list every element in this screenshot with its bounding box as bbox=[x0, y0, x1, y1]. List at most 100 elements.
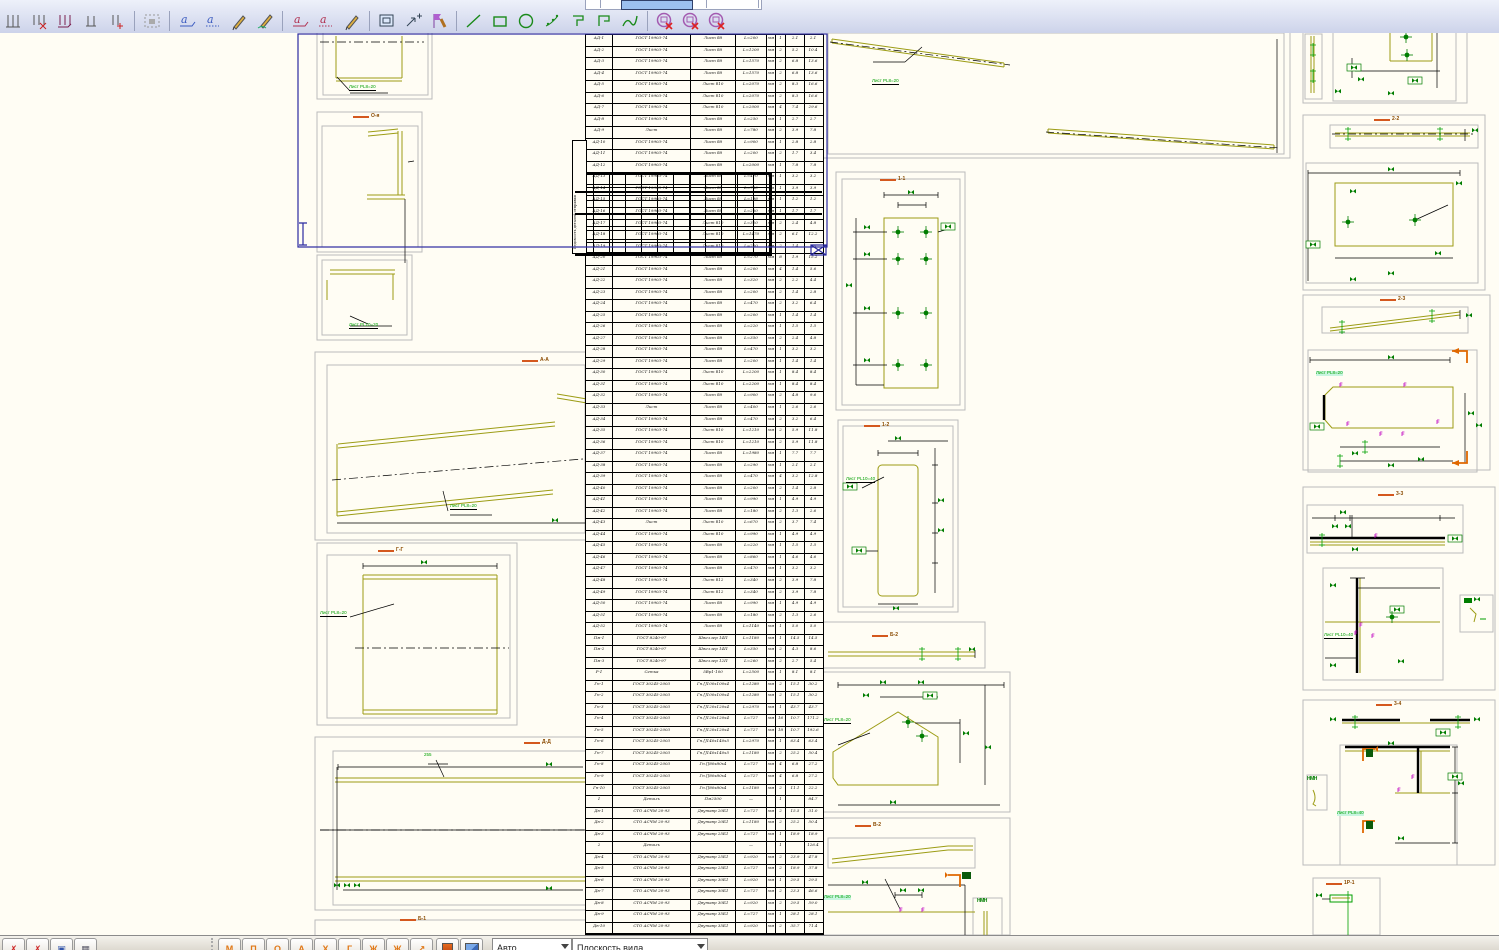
tile-windows-icon[interactable] bbox=[460, 938, 483, 950]
points-tool-icon[interactable] bbox=[540, 8, 565, 33]
note-text-icon[interactable]: a bbox=[201, 8, 226, 33]
bom-row: Дв-2СТО АСЧМ 20-93Двутавр 20Б1L=1180мм22… bbox=[586, 819, 823, 831]
view-label: В-2 bbox=[855, 823, 881, 828]
leader-text-red-icon[interactable]: a bbox=[288, 8, 313, 33]
bom-row: АД-32ГОСТ 19903-74Лист δ8L=900мм24.89.6 bbox=[586, 392, 823, 404]
view-label: Г-Г bbox=[378, 548, 403, 553]
snap-buttons: МПОАХГЖЖ↗ bbox=[218, 938, 434, 950]
bom-row: Дв-9СТО АСЧМ 20-93Двутавр 35Б1L=727мм128… bbox=[586, 911, 823, 923]
view-label: 1-1 bbox=[880, 177, 905, 182]
window-fragment-blue-box bbox=[621, 0, 693, 10]
toolbar-separator bbox=[369, 11, 370, 31]
edit-curve-icon[interactable] bbox=[253, 8, 278, 33]
view-label: О-я bbox=[353, 114, 379, 119]
dimension-chain-icon[interactable] bbox=[1, 8, 26, 33]
top-toolbar: aaaa bbox=[0, 0, 1499, 34]
corner-tool-icon[interactable] bbox=[566, 8, 591, 33]
snap-off-icon[interactable]: Ж bbox=[386, 938, 409, 950]
bom-row: АД-46ГОСТ 19903-74Лист δ8L=860мм14.64.6 bbox=[586, 554, 823, 566]
delete-annotation-icon[interactable] bbox=[705, 8, 730, 33]
snap-mid-icon[interactable]: Ж bbox=[362, 938, 385, 950]
bom-row: АД-10ГОСТ 19903-74Лист δ8L=900мм12.82.8 bbox=[586, 139, 823, 151]
dimension-chain-delete-icon[interactable] bbox=[27, 8, 52, 33]
snap-p-icon[interactable]: П bbox=[242, 938, 265, 950]
detail-label: Лист PL8=40 bbox=[1337, 811, 1364, 816]
bom-row: 2Деталь—1126.4 bbox=[586, 842, 823, 854]
bom-row: АД-9ЛистЛист δ8L=780мм23.97.8 bbox=[586, 127, 823, 139]
bom-row: Гн-2ГОСТ 30245-2003Гн.[]100х100х4L=1280м… bbox=[586, 692, 823, 704]
flag-edit-icon[interactable] bbox=[427, 8, 452, 33]
bom-row: АД-40ГОСТ 19903-74Лист δ8L=200мм21.42.8 bbox=[586, 485, 823, 497]
dimension-branch-icon[interactable] bbox=[53, 8, 78, 33]
bom-row: Гн-9ГОСТ 30245-2003Гн.[]80х80х4L=727мм46… bbox=[586, 773, 823, 785]
bom-row: АД-49ГОСТ 19903-74Лист δ12L=340мм23.97.8 bbox=[586, 589, 823, 601]
bom-row: Дв-5СТО АСЧМ 20-93Двутавр 25Б1L=727мм218… bbox=[586, 865, 823, 877]
chevron-down-icon bbox=[697, 944, 705, 949]
bom-row: Гн-6ГОСТ 30245-2003Гн.[]140х140х5L=2970м… bbox=[586, 738, 823, 750]
dimension-pair-icon[interactable] bbox=[79, 8, 104, 33]
bom-row: Гн-7ГОСТ 30245-2003Гн.[]140х140х5L=1180м… bbox=[586, 750, 823, 762]
bom-row: АД-25ГОСТ 19903-74Лист δ8L=200мм11.41.4 bbox=[586, 312, 823, 324]
spline-tool-icon[interactable] bbox=[618, 8, 643, 33]
corner2-tool-icon[interactable] bbox=[592, 8, 617, 33]
bom-row: АД-34ГОСТ 19903-74Лист δ8L=470мм23.26.4 bbox=[586, 416, 823, 428]
bom-row: Дв-8СТО АСЧМ 20-93Двутавр 30Б1L=920мм229… bbox=[586, 900, 823, 912]
view-label: 2-3 bbox=[1380, 297, 1405, 302]
toolbar-separator bbox=[647, 11, 648, 31]
erase-aux-icon[interactable]: ✗ bbox=[2, 938, 25, 950]
bom-row: Гн-4ГОСТ 30245-2003Гн.[]120х120х4L=727мм… bbox=[586, 715, 823, 727]
screen-refresh-icon[interactable]: ▣ bbox=[50, 938, 73, 950]
erase-all-aux-icon[interactable]: ✗ bbox=[26, 938, 49, 950]
detail-label: Лист PL8=20 bbox=[349, 85, 376, 91]
svg-text:a: a bbox=[320, 13, 327, 26]
bom-row: АД-33ЛистЛист δ8L=400мм12.62.6 bbox=[586, 404, 823, 416]
mark-label: НМН bbox=[1307, 777, 1317, 782]
snap-corner-icon[interactable]: Г bbox=[338, 938, 361, 950]
bom-table[interactable]: АД-1ГОСТ 19903-74Лист δ8L=200мм12.12.1АД… bbox=[585, 34, 824, 935]
bom-row: Гн-10ГОСТ 30245-2003Гн.[]80х80х4L=1180мм… bbox=[586, 785, 823, 797]
select-region-icon[interactable] bbox=[140, 8, 165, 33]
line-tool-icon[interactable] bbox=[462, 8, 487, 33]
toolbar-separator bbox=[169, 11, 170, 31]
bom-row: АД-8ГОСТ 19903-74Лист δ8L=250мм12.72.7 bbox=[586, 116, 823, 128]
edit-style-icon[interactable] bbox=[227, 8, 252, 33]
view-label: Д-Д bbox=[524, 740, 551, 745]
snap-a-icon[interactable]: А bbox=[290, 938, 313, 950]
bom-row: Пм-2ГОСТ 8240-97Швеллер 14ПL=350мм24.38.… bbox=[586, 646, 823, 658]
new-doc-window-icon[interactable] bbox=[436, 938, 459, 950]
bom-row: Гн-8ГОСТ 30245-2003Гн.[]80х80х4L=727мм46… bbox=[586, 761, 823, 773]
rectangle-tool-icon[interactable] bbox=[488, 8, 513, 33]
view-label: 1Р-1 bbox=[1326, 881, 1355, 886]
bom-row: АД-45ГОСТ 19903-74Лист δ8L=220мм11.51.5 bbox=[586, 542, 823, 554]
drawing-canvas[interactable]: АД-1ГОСТ 19903-74Лист δ8L=200мм12.12.1АД… bbox=[0, 33, 1499, 935]
grid-icon[interactable]: ▦ bbox=[74, 938, 97, 950]
leader-text-icon[interactable]: a bbox=[175, 8, 200, 33]
bom-row: АД-42ГОСТ 19903-74Лист δ8L=180мм21.32.6 bbox=[586, 508, 823, 520]
view-plane-dropdown[interactable]: Плоскость вида bbox=[572, 938, 708, 950]
svg-text:a: a bbox=[181, 13, 188, 26]
note-text-red-icon[interactable]: a bbox=[314, 8, 339, 33]
svg-text:a: a bbox=[207, 13, 214, 26]
snap-m-icon[interactable]: М bbox=[218, 938, 241, 950]
bom-row: АД-38ГОСТ 19903-74Лист δ8L=290мм12.12.1 bbox=[586, 462, 823, 474]
bom-row: Гн-3ГОСТ 30245-2003Гн.[]120х120х4L=2970м… bbox=[586, 704, 823, 716]
delete-view-icon[interactable] bbox=[653, 8, 678, 33]
bom-row: АД-23ГОСТ 19903-74Лист δ8L=200мм21.42.8 bbox=[586, 289, 823, 301]
insert-view-icon[interactable] bbox=[375, 8, 400, 33]
dimension-add-icon[interactable] bbox=[105, 8, 130, 33]
edit-style-red-icon[interactable] bbox=[340, 8, 365, 33]
svg-text:a: a bbox=[294, 13, 301, 26]
bom-row: АД-11ГОСТ 19903-74Лист δ8L=200мм21.73.4 bbox=[586, 150, 823, 162]
bom-row: Р-1Сетка5Вр1-100L=2500мм18.18.1 bbox=[586, 669, 823, 681]
auto-dropdown[interactable]: Авто bbox=[492, 938, 572, 950]
toolbar-separator bbox=[134, 11, 135, 31]
toolbar-separator bbox=[211, 938, 216, 950]
move-dimension-icon[interactable] bbox=[401, 8, 426, 33]
snap-curve-icon[interactable]: ↗ bbox=[410, 938, 433, 950]
delete-fragment-icon[interactable] bbox=[679, 8, 704, 33]
bottom-toolbar: ✗✗▣▦ МПОАХГЖЖ↗ Авто Плоскость вида bbox=[0, 935, 1499, 950]
circle-tool-icon[interactable] bbox=[514, 8, 539, 33]
snap-o-icon[interactable]: О bbox=[266, 938, 289, 950]
snap-x-icon[interactable]: Х bbox=[314, 938, 337, 950]
bom-row: АД-2ГОСТ 19903-74Лист δ8L=1200мм25.210.4 bbox=[586, 47, 823, 59]
